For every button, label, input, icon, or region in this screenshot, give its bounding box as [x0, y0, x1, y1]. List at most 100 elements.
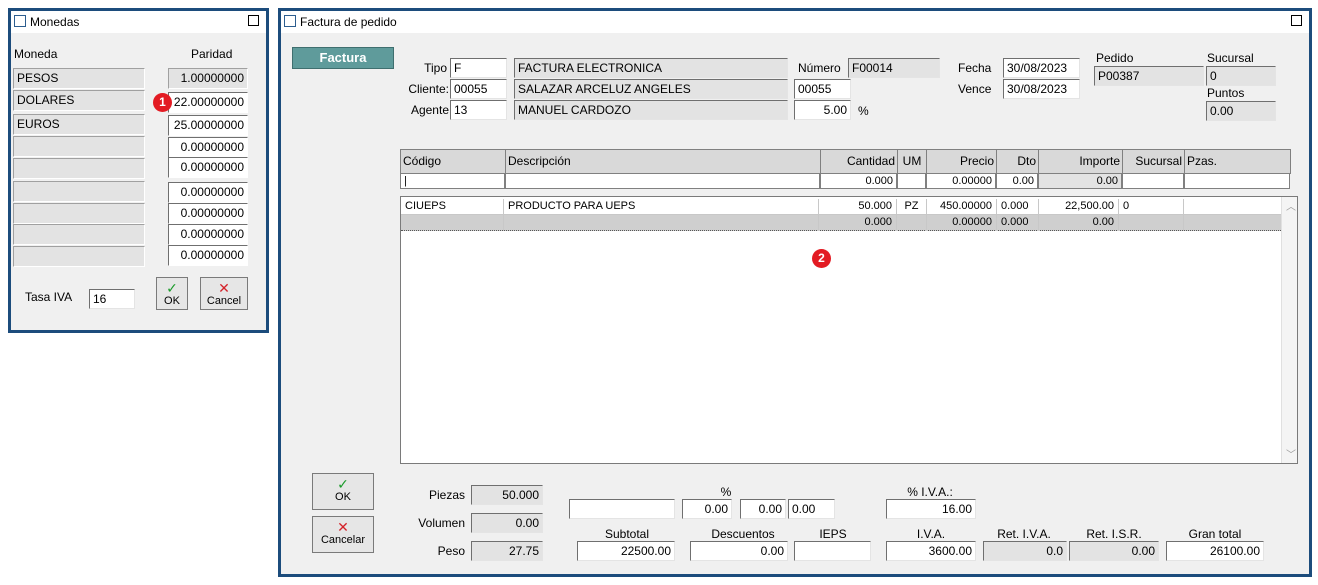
- iva-label: I.V.A.: [916, 527, 946, 541]
- grid-header: Código Descripción Cantidad UM Precio Dt…: [400, 149, 1291, 174]
- cancel-button[interactable]: ✕ Cancel: [200, 277, 248, 310]
- moneda-name-cell[interactable]: [13, 224, 145, 245]
- line-sucursal: 0: [1119, 199, 1184, 215]
- descuento-pct3-input[interactable]: 0.00: [788, 499, 835, 519]
- descuento-concepto-input[interactable]: [569, 499, 675, 519]
- subtotal-value: 22500.00: [577, 541, 675, 561]
- line-importe: 22,500.00: [1039, 199, 1119, 215]
- table-row[interactable]: 0.000 0.00000 0.000 0.00: [401, 215, 1281, 231]
- moneda-name-cell[interactable]: DOLARES: [13, 90, 145, 111]
- agente-code-input[interactable]: 13: [450, 100, 507, 120]
- header-codigo[interactable]: Código: [401, 150, 506, 174]
- entry-dto-input[interactable]: 0.00: [996, 173, 1038, 189]
- header-um[interactable]: UM: [898, 150, 927, 174]
- moneda-name-cell[interactable]: [13, 181, 145, 202]
- iva-value: 3600.00: [886, 541, 976, 561]
- fecha-input[interactable]: 30/08/2023: [1003, 58, 1080, 78]
- line-codigo: CIUEPS: [401, 199, 504, 215]
- pct-iva-label: % I.V.A.:: [907, 485, 953, 499]
- ret-isr-label: Ret. I.S.R.: [1086, 527, 1142, 541]
- vence-input[interactable]: 30/08/2023: [1003, 79, 1080, 99]
- close-icon: ✕: [218, 280, 230, 296]
- window-menu-icon[interactable]: [14, 15, 26, 27]
- tasa-iva-label: Tasa IVA: [25, 290, 73, 304]
- cliente-code-input[interactable]: 00055: [450, 79, 507, 99]
- factura-tab[interactable]: Factura: [292, 47, 394, 69]
- vertical-scrollbar[interactable]: ︿ ﹀: [1281, 197, 1297, 463]
- entry-codigo-input[interactable]: |: [400, 173, 505, 189]
- ret-iva-value: 0.0: [983, 541, 1067, 561]
- tasa-iva-input[interactable]: 16: [89, 289, 135, 309]
- descuentos-value: 0.00: [690, 541, 788, 561]
- pct-iva-input[interactable]: 16.00: [886, 499, 976, 519]
- moneda-paridad-cell[interactable]: 0.00000000: [168, 245, 248, 266]
- header-cantidad[interactable]: Cantidad: [821, 150, 898, 174]
- entry-descripcion-input[interactable]: [505, 173, 820, 189]
- entry-sucursal-input[interactable]: [1122, 173, 1184, 189]
- monedas-title: Monedas: [30, 15, 80, 29]
- monedas-window: Monedas Moneda Paridad PESOS 1.00000000 …: [8, 8, 269, 333]
- lines-grid[interactable]: CIUEPS PRODUCTO PARA UEPS 50.000 PZ 450.…: [400, 196, 1298, 464]
- vence-label: Vence: [958, 82, 992, 96]
- factura-window: Factura de pedido Factura Tipo F FACTURA…: [278, 8, 1312, 577]
- line-cantidad: 50.000: [819, 199, 897, 215]
- line-codigo: [401, 215, 504, 231]
- entry-um-input[interactable]: [897, 173, 926, 189]
- moneda-paridad-cell[interactable]: 22.00000000: [168, 92, 248, 113]
- descuentos-label: Descuentos: [711, 527, 775, 541]
- line-sucursal: [1119, 215, 1184, 231]
- entry-pzas-input[interactable]: [1184, 173, 1290, 189]
- moneda-name-cell[interactable]: [13, 136, 145, 157]
- descuento-pct1-input[interactable]: 0.00: [682, 499, 732, 519]
- header-importe[interactable]: Importe: [1039, 150, 1123, 174]
- moneda-paridad-cell[interactable]: 1.00000000: [168, 68, 248, 89]
- moneda-paridad-cell[interactable]: 0.00000000: [168, 137, 248, 158]
- entry-cantidad-input[interactable]: 0.000: [820, 173, 897, 189]
- maximize-icon[interactable]: [1291, 15, 1302, 26]
- cliente-code-secondary[interactable]: 00055: [794, 79, 851, 99]
- sucursal-label: Sucursal: [1207, 51, 1254, 65]
- agente-pct-sign: %: [858, 104, 869, 118]
- peso-label: Peso: [437, 544, 465, 558]
- moneda-name-cell[interactable]: [13, 158, 145, 179]
- scroll-down-icon[interactable]: ﹀: [1286, 446, 1296, 461]
- moneda-paridad-cell[interactable]: 0.00000000: [168, 157, 248, 178]
- header-pzas[interactable]: Pzas.: [1185, 150, 1291, 174]
- scroll-up-icon[interactable]: ︿: [1286, 198, 1296, 213]
- ret-isr-value: 0.00: [1069, 541, 1159, 561]
- factura-titlebar[interactable]: Factura de pedido: [281, 11, 1309, 33]
- moneda-name-cell[interactable]: PESOS: [13, 68, 145, 89]
- pedido-label: Pedido: [1096, 51, 1134, 65]
- header-dto[interactable]: Dto: [997, 150, 1039, 174]
- header-descripcion[interactable]: Descripción: [506, 150, 821, 174]
- ieps-value: [794, 541, 871, 561]
- subtotal-label: Subtotal: [604, 527, 650, 541]
- header-sucursal[interactable]: Sucursal: [1123, 150, 1185, 174]
- moneda-column-header: Moneda: [14, 47, 58, 61]
- moneda-name-cell[interactable]: [13, 246, 145, 267]
- monedas-titlebar[interactable]: Monedas: [11, 11, 266, 33]
- moneda-paridad-cell[interactable]: 0.00000000: [168, 182, 248, 203]
- line-descripcion: PRODUCTO PARA UEPS: [504, 199, 819, 215]
- cancelar-button[interactable]: ✕ Cancelar: [312, 516, 374, 553]
- moneda-name-cell[interactable]: EUROS: [13, 114, 145, 135]
- maximize-icon[interactable]: [248, 15, 259, 26]
- moneda-paridad-cell[interactable]: 25.00000000: [168, 115, 248, 136]
- moneda-name-cell[interactable]: [13, 203, 145, 224]
- entry-precio-input[interactable]: 0.00000: [926, 173, 996, 189]
- numero-value: F00014: [848, 58, 940, 78]
- line-precio: 0.00000: [927, 215, 997, 231]
- tipo-code-input[interactable]: F: [450, 58, 507, 78]
- table-row[interactable]: CIUEPS PRODUCTO PARA UEPS 50.000 PZ 450.…: [401, 199, 1281, 215]
- window-menu-icon[interactable]: [284, 15, 296, 27]
- peso-value: 27.75: [471, 541, 543, 561]
- annotation-badge-1: 1: [153, 93, 172, 112]
- descuento-pct2-input[interactable]: 0.00: [740, 499, 786, 519]
- agente-name: MANUEL CARDOZO: [514, 100, 788, 120]
- ok-button[interactable]: ✓ OK: [312, 473, 374, 510]
- ok-button[interactable]: ✓ OK: [156, 277, 188, 310]
- agente-commission-input[interactable]: 5.00: [794, 100, 851, 120]
- moneda-paridad-cell[interactable]: 0.00000000: [168, 203, 248, 224]
- moneda-paridad-cell[interactable]: 0.00000000: [168, 224, 248, 245]
- header-precio[interactable]: Precio: [927, 150, 997, 174]
